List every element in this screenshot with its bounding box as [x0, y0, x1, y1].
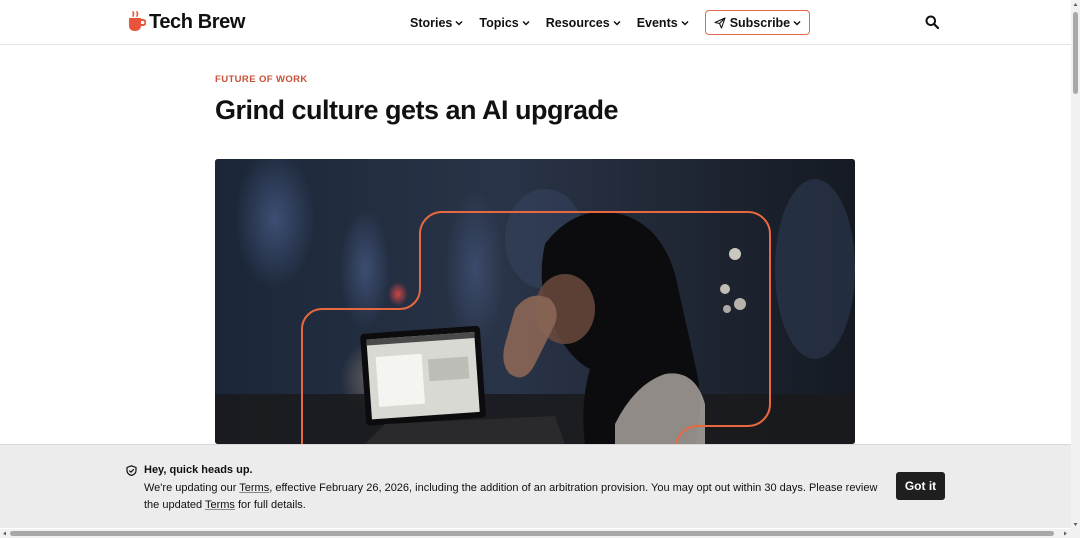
hero-illustration	[215, 159, 855, 444]
scroll-down-arrow-icon[interactable]	[1073, 522, 1078, 527]
nav-events[interactable]: Events	[637, 16, 689, 30]
chevron-down-icon	[455, 20, 463, 26]
banner-title: Hey, quick heads up.	[144, 464, 253, 476]
nav-topics[interactable]: Topics	[479, 15, 530, 30]
brand-name: Tech Brew	[149, 11, 246, 33]
shield-icon	[126, 465, 137, 476]
nav-topics-label: Topics	[479, 15, 519, 30]
terms-update-banner: Hey, quick heads up. We're updating our …	[0, 444, 1071, 528]
article-headline: Grind culture gets an AI upgrade	[215, 95, 619, 125]
banner-text-part: for full details.	[234, 498, 306, 511]
chevron-down-icon	[793, 20, 801, 26]
banner-message: We're updating our Terms, effective Febr…	[144, 480, 884, 513]
hero-image	[215, 159, 855, 444]
chevron-down-icon	[522, 20, 530, 26]
vertical-scroll-thumb[interactable]	[1073, 12, 1078, 94]
search-icon[interactable]	[925, 15, 939, 29]
chevron-down-icon	[681, 20, 689, 26]
nav-stories[interactable]: Stories	[410, 16, 463, 30]
terms-link[interactable]: Terms	[239, 482, 269, 494]
got-it-button[interactable]: Got it	[896, 472, 945, 500]
article-category[interactable]: FUTURE OF WORK	[215, 74, 308, 85]
nav-events-label: Events	[636, 15, 678, 30]
logo[interactable]: Tech Brew	[126, 10, 245, 34]
paper-plane-icon	[714, 16, 726, 29]
vertical-scrollbar[interactable]	[1071, 0, 1080, 529]
scroll-up-arrow-icon[interactable]	[1073, 2, 1078, 7]
nav-resources-label: Resources	[545, 15, 610, 30]
scroll-left-arrow-icon[interactable]	[2, 531, 7, 536]
subscribe-label: Subscribe	[729, 15, 791, 30]
horizontal-scroll-thumb[interactable]	[10, 531, 1054, 536]
nav-resources[interactable]: Resources	[546, 16, 621, 30]
nav-stories-label: Stories	[410, 15, 453, 30]
scrollbar-corner	[1071, 529, 1080, 538]
chevron-down-icon	[613, 20, 621, 26]
banner-text-part: We're updating our	[144, 482, 240, 494]
subscribe-button[interactable]: Subscribe	[704, 10, 811, 35]
site-header: Tech Brew Stories Topics Resources Event…	[0, 0, 1071, 45]
horizontal-scrollbar[interactable]	[0, 529, 1071, 538]
scroll-right-arrow-icon[interactable]	[1063, 531, 1068, 536]
mug-logo-icon	[129, 11, 146, 31]
terms-link[interactable]: Terms	[205, 499, 235, 511]
main-nav: Stories Topics Resources Events Subscrib…	[410, 10, 811, 35]
